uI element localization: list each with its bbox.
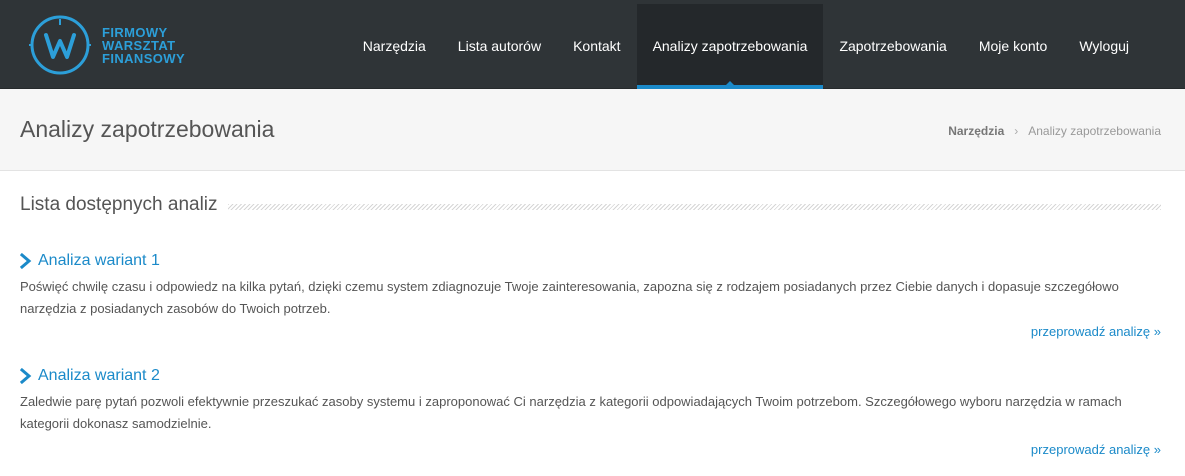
breadcrumb-separator: › [1014, 124, 1019, 138]
top-navigation-bar: FIRMOWY WARSZTAT FINANSOWY Narzędzia Lis… [0, 0, 1185, 89]
brand-line-1: FIRMOWY [102, 24, 168, 40]
nav-item-kontakt[interactable]: Kontakt [557, 4, 636, 88]
analysis-title: Analiza wariant 1 [38, 252, 160, 269]
section-divider [227, 204, 1161, 210]
nav-item-analizy-zapotrzebowania[interactable]: Analizy zapotrzebowania [636, 4, 824, 89]
chevron-right-icon [20, 368, 32, 384]
run-analysis-link[interactable]: przeprowadź analizę » [20, 438, 1161, 462]
chevron-right-icon [20, 253, 32, 269]
nav-item-wyloguj[interactable]: Wyloguj [1063, 4, 1145, 88]
breadcrumb: Narzędzia › Analizy zapotrzebowania [948, 124, 1161, 138]
section-title: Lista dostępnych analiz [20, 194, 218, 215]
analysis-item: Analiza wariant 2 Zaledwie parę pytań po… [20, 365, 1161, 462]
page-header: Analizy zapotrzebowania Narzędzia › Anal… [0, 89, 1185, 171]
analysis-description: Poświęć chwilę czasu i odpowiedz na kilk… [20, 279, 1119, 316]
breadcrumb-current: Analizy zapotrzebowania [1028, 124, 1161, 138]
analysis-title-link[interactable]: Analiza wariant 2 [20, 365, 1161, 387]
section-header: Lista dostępnych analiz [20, 190, 1161, 220]
nav-item-label: Analizy zapotrzebowania [652, 38, 808, 54]
main-nav: Narzędzia Lista autorów Kontakt Analizy … [347, 4, 1145, 89]
brand-name: FIRMOWY WARSZTAT FINANSOWY [102, 26, 185, 65]
breadcrumb-root-link[interactable]: Narzędzia [948, 124, 1004, 138]
analysis-description: Zaledwie parę pytań pozwoli efektywnie p… [20, 394, 1122, 431]
run-analysis-link[interactable]: przeprowadź analizę » [20, 320, 1161, 344]
analysis-title-link[interactable]: Analiza wariant 1 [20, 250, 1161, 272]
analysis-item: Analiza wariant 1 Poświęć chwilę czasu i… [20, 250, 1161, 344]
fw-logo-icon [29, 15, 91, 75]
brand-line-3: FINANSOWY [102, 50, 186, 66]
nav-item-narzedzia[interactable]: Narzędzia [347, 4, 442, 88]
main-content: Lista dostępnych analiz Analiza wariant … [20, 190, 1161, 462]
page-title: Analizy zapotrzebowania [20, 116, 275, 142]
nav-item-zapotrzebowania[interactable]: Zapotrzebowania [823, 4, 962, 88]
nav-item-lista-autorow[interactable]: Lista autorów [442, 4, 557, 88]
analysis-title: Analiza wariant 2 [38, 367, 160, 384]
nav-item-moje-konto[interactable]: Moje konto [963, 4, 1063, 88]
brand-logo[interactable]: FIRMOWY WARSZTAT FINANSOWY [26, 13, 185, 77]
brand-line-2: WARSZTAT [102, 37, 176, 53]
active-indicator-caret [726, 81, 734, 85]
